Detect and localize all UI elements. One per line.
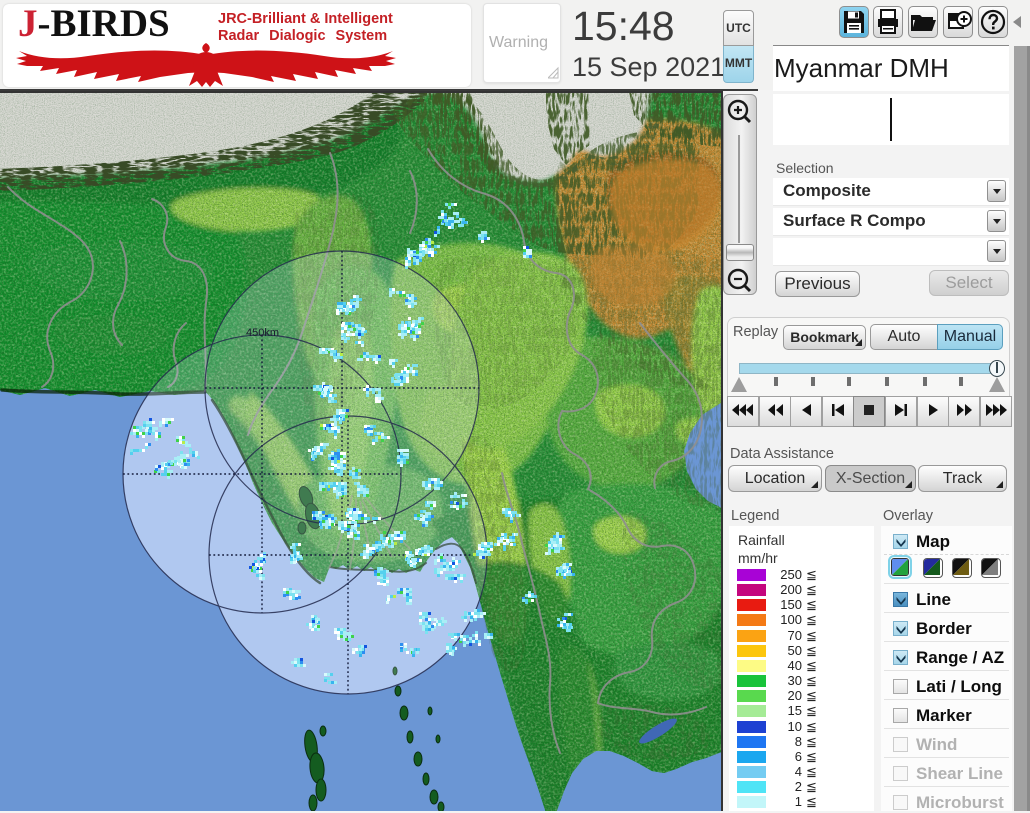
svg-text:450km: 450km xyxy=(246,327,279,339)
